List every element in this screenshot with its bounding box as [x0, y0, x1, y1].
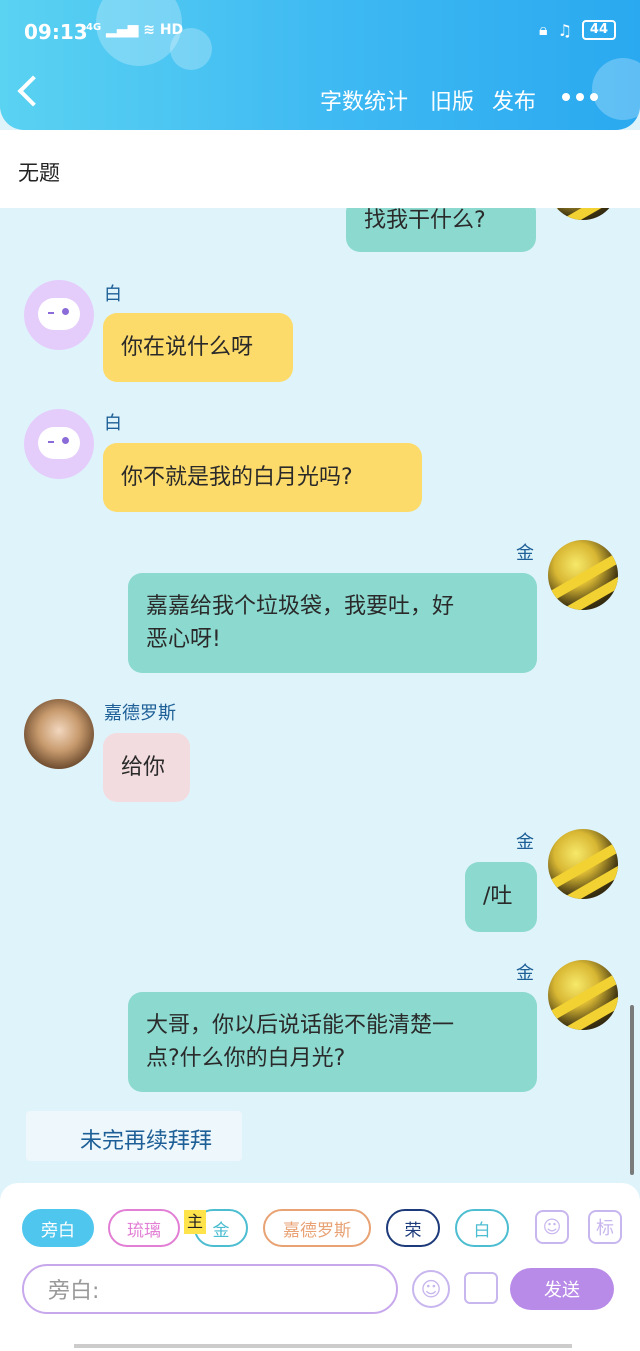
role-chip-narrator[interactable]: 旁白	[22, 1209, 94, 1247]
avatar-jin[interactable]	[548, 829, 618, 899]
page-title[interactable]: 无题	[18, 157, 60, 187]
role-chip-jiadeluosi[interactable]: 嘉德罗斯	[263, 1209, 371, 1247]
send-button[interactable]: 发送	[510, 1268, 614, 1310]
avatar-bai[interactable]	[24, 409, 94, 479]
master-badge: 主	[184, 1210, 206, 1234]
message-bubble[interactable]: 大哥，你以后说话能不能清楚一 点?什么你的白月光?	[128, 992, 537, 1092]
avatar-jin[interactable]	[548, 208, 618, 220]
role-chip-bai[interactable]: 白	[455, 1209, 509, 1247]
avatar-jin[interactable]	[548, 960, 618, 1030]
message-text: 给你	[121, 755, 166, 780]
bottom-divider	[74, 1344, 572, 1348]
status-icons: 🔒︎ ♫ 44	[539, 20, 616, 40]
note-text: 未完再续拜拜	[80, 1129, 213, 1154]
battery-indicator: 44	[581, 20, 616, 40]
status-time: 09:13	[24, 20, 88, 44]
old-version-button[interactable]: 旧版	[430, 84, 474, 116]
emoji-icon[interactable]: ☺	[412, 1270, 450, 1308]
back-button[interactable]	[17, 75, 49, 107]
chat-area[interactable]: 找我干什么? 白 你在说什么呀 白 你不就是我的白月光吗? 金 嘉嘉给我个垃圾袋…	[0, 208, 640, 1183]
publish-button[interactable]: 发布	[492, 84, 536, 116]
scrollbar[interactable]	[630, 1005, 634, 1175]
speaker-name: 金	[516, 543, 534, 564]
message-text: 找我干什么?	[364, 208, 486, 233]
message-text: 点?什么你的白月光?	[146, 1046, 346, 1071]
more-menu-icon[interactable]	[562, 93, 598, 101]
network-label: 4G	[86, 22, 102, 33]
message-text: 大哥，你以后说话能不能清楚一	[146, 1013, 455, 1038]
signal-icon: ▂▄▆	[106, 22, 139, 38]
role-chip-liuli[interactable]: 琉璃	[108, 1209, 180, 1247]
decor-bubble	[592, 58, 640, 120]
speaker-name: 嘉德罗斯	[104, 703, 176, 724]
role-chip-rong[interactable]: 荣	[386, 1209, 440, 1247]
avatar-bai[interactable]	[24, 280, 94, 350]
avatar-jin[interactable]	[548, 540, 618, 610]
message-bubble[interactable]: 给你	[103, 733, 190, 802]
message-input[interactable]: 旁白:	[22, 1264, 398, 1314]
message-text: /吐	[483, 884, 513, 909]
image-icon[interactable]	[464, 1272, 498, 1304]
app-header: 09:13 4G ▂▄▆ ≋ HD 🔒︎ ♫ 44 字数统计 旧版 发布	[0, 0, 640, 130]
speaker-name: 白	[104, 284, 122, 305]
message-bubble[interactable]: 找我干什么?	[346, 208, 536, 252]
avatar-jiadeluosi[interactable]	[24, 699, 94, 769]
wifi-icon: ≋	[143, 22, 155, 38]
message-text: 嘉嘉给我个垃圾袋，我要吐，好	[146, 594, 455, 619]
message-bubble[interactable]: /吐	[465, 862, 537, 932]
message-bubble[interactable]: 你不就是我的白月光吗?	[103, 443, 422, 512]
cloud-icon	[38, 298, 80, 330]
word-count-button[interactable]: 字数统计	[320, 84, 408, 116]
cloud-icon	[38, 427, 80, 459]
message-bubble[interactable]: 你在说什么呀	[103, 313, 293, 382]
speaker-name: 白	[104, 413, 122, 434]
user-manage-icon[interactable]: ☺	[535, 1210, 569, 1244]
message-text: 恶心呀!	[146, 627, 221, 652]
speaker-name: 金	[516, 832, 534, 853]
speaker-name: 金	[516, 963, 534, 984]
hd-label: HD	[159, 22, 184, 38]
message-text: 你在说什么呀	[121, 335, 254, 360]
network-indicator: 4G ▂▄▆ ≋ HD	[86, 22, 183, 38]
mark-button[interactable]: 标	[588, 1210, 622, 1244]
message-bubble[interactable]: 嘉嘉给我个垃圾袋，我要吐，好 恶心呀!	[128, 573, 537, 673]
lock-icon: 🔒︎	[539, 20, 548, 39]
message-text: 你不就是我的白月光吗?	[121, 465, 353, 490]
headphone-icon: ♫	[557, 20, 572, 40]
title-bar	[0, 130, 640, 208]
